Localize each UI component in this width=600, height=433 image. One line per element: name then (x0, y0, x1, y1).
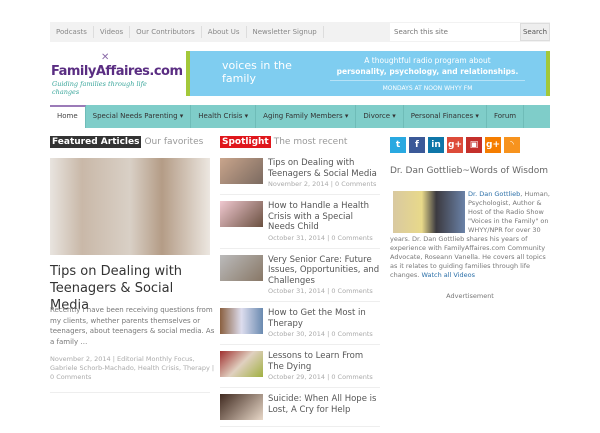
item-meta: October 31, 2014 | 0 Comments (268, 287, 373, 295)
article-thumbnail[interactable] (220, 351, 263, 377)
article-thumbnail[interactable] (220, 201, 263, 227)
watch-videos-link[interactable]: Watch all Videos (421, 271, 475, 279)
spotlight-list: Tips on Dealing with Teenagers & Social … (220, 158, 380, 433)
item-title[interactable]: Suicide: When All Hope is Lost, A Cry fo… (268, 394, 380, 415)
google-plus-icon[interactable]: g+ (447, 137, 463, 153)
item-title[interactable]: Tips on Dealing with Teenagers & Social … (268, 158, 380, 179)
article-thumbnail[interactable] (220, 394, 263, 420)
featured-image[interactable] (50, 158, 210, 255)
featured-meta: November 2, 2014 | Editorial Monthly Foc… (50, 355, 215, 381)
nav-special-needs[interactable]: Special Needs Parenting ▾ (86, 105, 192, 128)
top-link-newsletter[interactable]: Newsletter Signup (247, 26, 324, 38)
facebook-icon[interactable]: f (409, 137, 425, 153)
banner-line1: A thoughtful radio program about (364, 56, 491, 65)
spotlight-header: Spotlight The most recent (220, 136, 347, 148)
featured-header: Featured Articles Our favorites (50, 136, 203, 148)
logo-title: FamilyAffaires.com (51, 64, 183, 79)
nav-forum[interactable]: Forum (487, 105, 525, 128)
gottlieb-photo[interactable] (393, 191, 465, 233)
top-link-podcasts[interactable]: Podcasts (50, 26, 94, 38)
top-bar: Podcasts Videos Our Contributors About U… (50, 22, 550, 42)
nav-aging[interactable]: Aging Family Members ▾ (256, 105, 357, 128)
advertisement-label: Advertisement (446, 292, 494, 300)
rss-icon[interactable]: ◝ (504, 137, 520, 153)
top-link-about[interactable]: About Us (202, 26, 247, 38)
google-plus-alt-icon[interactable]: g+ (485, 137, 501, 153)
radio-banner-ad[interactable]: voices in the family A thoughtful radio … (186, 51, 550, 96)
item-meta: November 2, 2014 | 0 Comments (268, 180, 377, 188)
featured-label: Featured Articles (50, 136, 142, 148)
nav-divorce[interactable]: Divorce ▾ (356, 105, 404, 128)
item-title[interactable]: Lessons to Learn From The Dying (268, 351, 380, 372)
banner-brand: voices in the family (222, 59, 292, 85)
item-title[interactable]: Very Senior Care: Future Issues, Opportu… (268, 255, 380, 287)
nav-home[interactable]: Home (50, 105, 86, 128)
banner-line3: MONDAYS AT NOON WHYY FM (330, 80, 525, 94)
item-meta: October 30, 2014 | 0 Comments (268, 330, 373, 338)
item-meta: October 31, 2014 | 0 Comments (268, 233, 373, 242)
list-item[interactable]: Suicide: When All Hope is Lost, A Cry fo… (220, 394, 380, 427)
nav-health-crisis[interactable]: Health Crisis ▾ (191, 105, 257, 128)
item-title[interactable]: How to Handle a Health Crisis with a Spe… (268, 201, 380, 233)
list-item[interactable]: Very Senior Care: Future Issues, Opportu… (220, 254, 380, 302)
banner-line2: personality, psychology, and relationshi… (336, 67, 519, 76)
article-thumbnail[interactable] (220, 308, 263, 334)
list-item[interactable]: Lessons to Learn From The Dying October 2… (220, 351, 380, 388)
featured-excerpt: Recently I have been receiving questions… (50, 306, 215, 346)
list-item[interactable]: Tips on Dealing with Teenagers & Social … (220, 158, 380, 195)
logo-tagline: Guiding families through life changes (52, 80, 147, 96)
search-input[interactable] (390, 23, 520, 41)
top-link-videos[interactable]: Videos (94, 26, 131, 38)
social-icons: t f in g+ ▣ g+ ◝ (390, 137, 520, 153)
nav-finances[interactable]: Personal Finances ▾ (404, 105, 487, 128)
main-nav: Home Special Needs Parenting ▾ Health Cr… (50, 105, 550, 128)
sidebar-title: Dr. Dan Gottlieb~Words of Wisdom (390, 166, 548, 176)
divider (50, 392, 210, 393)
list-item[interactable]: How to Handle a Health Crisis with a Spe… (220, 201, 380, 249)
gottlieb-link[interactable]: Dr. Dan Gottlieb (468, 190, 520, 198)
search-button[interactable]: Search (520, 23, 550, 41)
youtube-icon[interactable]: ▣ (466, 137, 482, 153)
site-logo[interactable]: ✕ FamilyAffaires.com Guiding families th… (51, 52, 183, 96)
dragonfly-icon: ✕ (101, 52, 110, 63)
article-thumbnail[interactable] (220, 158, 263, 184)
spotlight-sub: The most recent (273, 137, 348, 147)
featured-sub: Our favorites (144, 137, 204, 147)
top-link-contributors[interactable]: Our Contributors (130, 26, 202, 38)
list-item[interactable]: How to Get the Most in Therapy October 30… (220, 308, 380, 345)
twitter-icon[interactable]: t (390, 137, 406, 153)
linkedin-icon[interactable]: in (428, 137, 444, 153)
item-title[interactable]: How to Get the Most in Therapy (268, 308, 380, 329)
spotlight-label: Spotlight (220, 136, 271, 148)
article-thumbnail[interactable] (220, 254, 263, 281)
item-meta: October 29, 2014 | 0 Comments (268, 373, 373, 381)
